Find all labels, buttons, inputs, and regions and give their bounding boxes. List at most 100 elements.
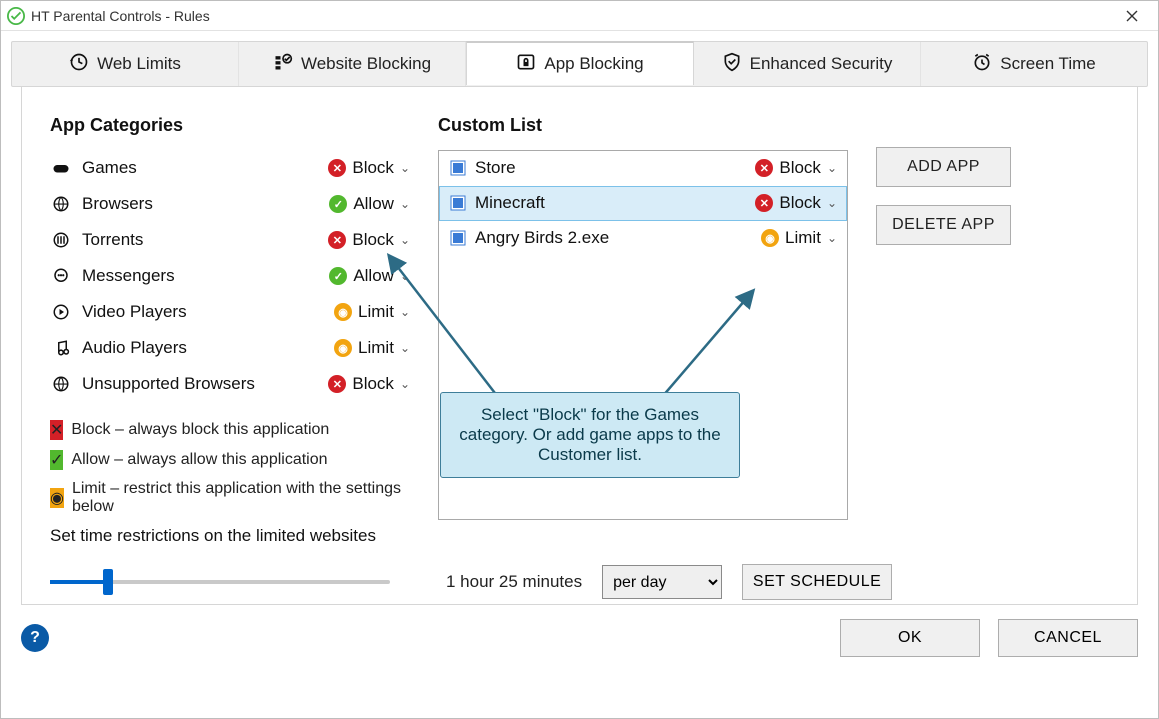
category-status-dropdown[interactable]: ✓Allow⌄ <box>329 266 410 286</box>
block-icon: ✕ <box>328 231 346 249</box>
app-icon <box>449 159 467 177</box>
legend-block-text: Block – always block this application <box>71 421 329 439</box>
chevron-down-icon: ⌄ <box>400 197 410 211</box>
help-icon: ? <box>30 629 40 647</box>
chevron-down-icon: ⌄ <box>400 305 410 319</box>
status-label: Block <box>352 374 394 394</box>
category-status-dropdown[interactable]: ✕Block⌄ <box>328 230 410 250</box>
chevron-down-icon: ⌄ <box>400 161 410 175</box>
clock-back-icon <box>69 52 89 77</box>
delete-app-button[interactable]: DELETE APP <box>876 205 1011 245</box>
time-restrict-label: Set time restrictions on the limited web… <box>50 526 1109 546</box>
category-status-dropdown[interactable]: ✕Block⌄ <box>328 374 410 394</box>
category-row: Unsupported Browsers✕Block⌄ <box>50 366 410 402</box>
category-name: Unsupported Browsers <box>82 374 328 394</box>
time-slider[interactable] <box>50 570 390 594</box>
help-button[interactable]: ? <box>21 624 49 652</box>
close-icon <box>1126 10 1138 22</box>
app-name: Angry Birds 2.exe <box>475 228 761 248</box>
categories-column: App Categories Games✕Block⌄Browsers✓Allo… <box>50 105 410 526</box>
close-button[interactable] <box>1112 2 1152 30</box>
legend-limit: ◉ Limit – restrict this application with… <box>50 480 410 516</box>
help-callout: Select "Block" for the Games category. O… <box>440 392 740 478</box>
custom-list-row[interactable]: Angry Birds 2.exe◉ Limit ⌄ <box>439 221 847 256</box>
time-restrict-row: 1 hour 25 minutes per dayper week SET SC… <box>50 564 1109 600</box>
alarm-clock-icon <box>972 52 992 77</box>
tab-screen-time[interactable]: Screen Time <box>921 42 1147 86</box>
legend: ✕ Block – always block this application … <box>50 420 410 516</box>
custom-list-row[interactable]: Minecraft✕ Block ⌄ <box>439 186 847 221</box>
category-status-dropdown[interactable]: ◉Limit⌄ <box>334 338 410 358</box>
tab-content: App Categories Games✕Block⌄Browsers✓Allo… <box>21 87 1138 605</box>
category-name: Games <box>82 158 328 178</box>
tab-website-blocking[interactable]: Website Blocking <box>239 42 466 86</box>
slider-fill <box>50 580 108 584</box>
app-name: Minecraft <box>475 193 755 213</box>
block-icon: ✕ <box>328 159 346 177</box>
ok-button[interactable]: OK <box>840 619 980 657</box>
app-logo-icon <box>7 7 25 25</box>
chevron-down-icon: ⌄ <box>400 269 410 283</box>
category-name: Audio Players <box>82 338 334 358</box>
cancel-button[interactable]: CANCEL <box>998 619 1138 657</box>
status-label: Limit <box>785 228 821 248</box>
tab-enhanced-security[interactable]: Enhanced Security <box>694 42 921 86</box>
block-icon: ✕ <box>328 375 346 393</box>
gear-check-icon <box>273 52 293 77</box>
chevron-down-icon: ⌄ <box>827 196 837 210</box>
slider-thumb[interactable] <box>103 569 113 595</box>
app-status-dropdown[interactable]: ✕Block⌄ <box>755 158 837 178</box>
time-value: 1 hour 25 minutes <box>446 572 582 592</box>
set-schedule-button[interactable]: SET SCHEDULE <box>742 564 892 600</box>
status-label: Block <box>779 158 821 178</box>
side-buttons-column: ADD APP DELETE APP <box>876 105 1109 526</box>
limit-icon: ◉ <box>761 229 779 247</box>
limit-icon: ◉ <box>50 488 64 508</box>
status-label: Limit <box>358 338 394 358</box>
category-name: Browsers <box>82 194 329 214</box>
categories-heading: App Categories <box>50 115 410 136</box>
torrent-icon <box>50 231 72 249</box>
category-row: Audio Players◉Limit⌄ <box>50 330 410 366</box>
app-window: HT Parental Controls - Rules Web Limits W… <box>0 0 1159 719</box>
chat-icon <box>50 267 72 285</box>
window-title: HT Parental Controls - Rules <box>31 8 1112 24</box>
limit-icon: ◉ <box>334 339 352 357</box>
category-row: Games✕ Block ⌄ <box>50 150 410 186</box>
tab-web-limits[interactable]: Web Limits <box>12 42 239 86</box>
tab-app-blocking[interactable]: App Blocking <box>466 41 694 85</box>
category-row: Browsers✓Allow⌄ <box>50 186 410 222</box>
tab-label: Screen Time <box>1000 54 1095 74</box>
titlebar: HT Parental Controls - Rules <box>1 1 1158 31</box>
limit-icon: ◉ <box>334 303 352 321</box>
app-icon <box>449 229 467 247</box>
time-restrict-section: Set time restrictions on the limited web… <box>50 526 1109 600</box>
custom-list-heading: Custom List <box>438 115 848 136</box>
app-status-dropdown[interactable]: ◉ Limit ⌄ <box>761 228 837 248</box>
chevron-down-icon: ⌄ <box>827 161 837 175</box>
gamepad-icon <box>50 159 72 177</box>
category-status-dropdown[interactable]: ✕ Block ⌄ <box>328 158 410 178</box>
music-note-icon <box>50 339 72 357</box>
category-status-dropdown[interactable]: ✓Allow⌄ <box>329 194 410 214</box>
custom-list-row[interactable]: Store✕Block⌄ <box>439 151 847 186</box>
status-label: Allow <box>353 194 394 214</box>
legend-block: ✕ Block – always block this application <box>50 420 410 440</box>
add-app-button[interactable]: ADD APP <box>876 147 1011 187</box>
chevron-down-icon: ⌄ <box>400 233 410 247</box>
app-status-dropdown[interactable]: ✕ Block ⌄ <box>755 193 837 213</box>
chevron-down-icon: ⌄ <box>827 231 837 245</box>
status-label: Block <box>779 193 821 213</box>
help-callout-text: Select "Block" for the Games category. O… <box>459 405 720 464</box>
shield-check-icon <box>722 52 742 77</box>
status-label: Block <box>352 158 394 178</box>
globe-icon <box>50 195 72 213</box>
dialog-footer: ? OK CANCEL <box>1 605 1158 671</box>
block-icon: ✕ <box>755 194 773 212</box>
status-label: Allow <box>353 266 394 286</box>
status-label: Limit <box>358 302 394 322</box>
category-status-dropdown[interactable]: ◉ Limit ⌄ <box>334 302 410 322</box>
per-period-select[interactable]: per dayper week <box>602 565 722 599</box>
tab-label: Web Limits <box>97 54 181 74</box>
tab-label: Website Blocking <box>301 54 431 74</box>
